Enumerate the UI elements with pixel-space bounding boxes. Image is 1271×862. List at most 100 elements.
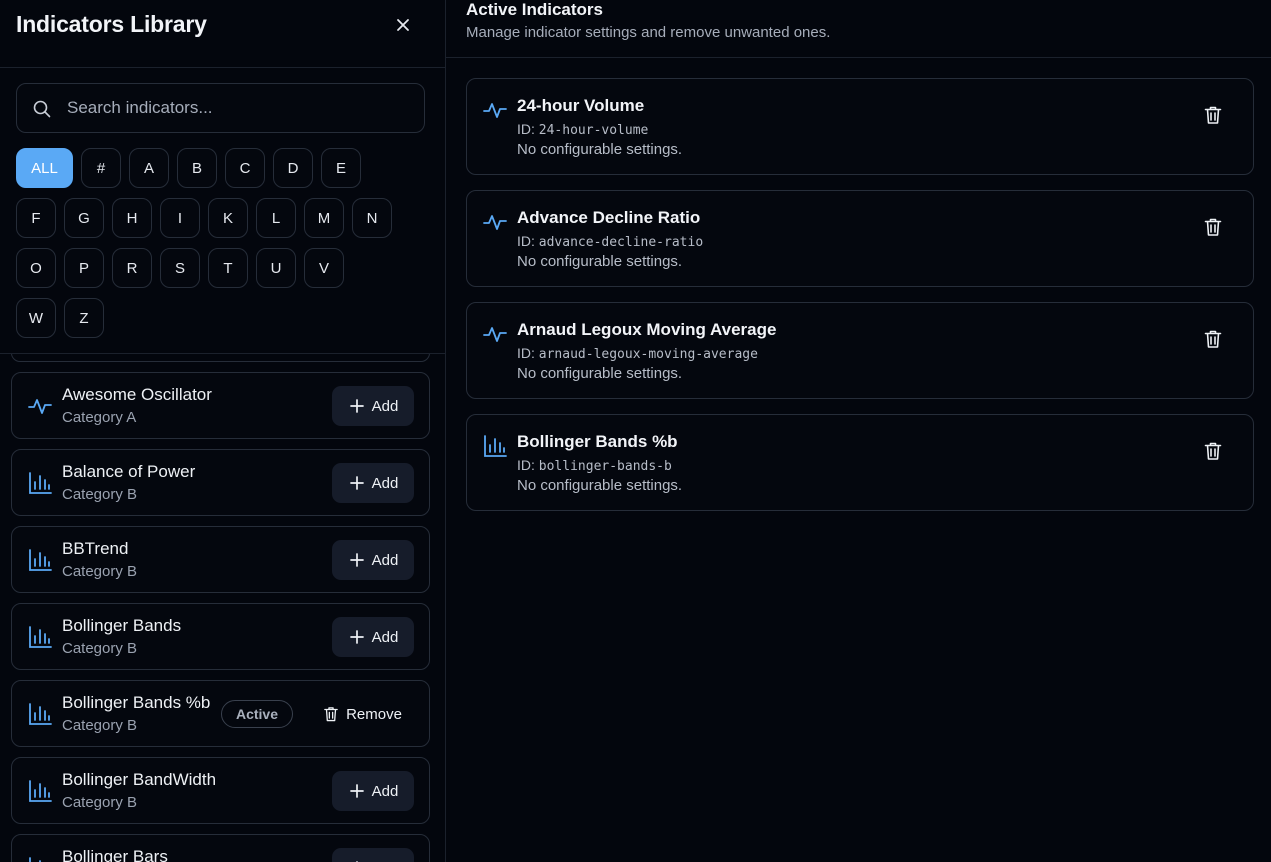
add-button[interactable]: Add (332, 386, 414, 426)
letter-filter-button[interactable]: R (112, 248, 152, 288)
card-title: 24-hour Volume (517, 96, 645, 115)
letter-filter-button[interactable]: B (177, 148, 217, 188)
card-title: Arnaud Legoux Moving Average (517, 320, 777, 339)
remove-button[interactable]: Remove (308, 694, 416, 734)
add-label: Add (371, 474, 399, 492)
plus-icon (348, 551, 366, 569)
letter-filter-button[interactable]: D (273, 148, 313, 188)
plus-icon (348, 397, 366, 415)
delete-button[interactable] (1202, 216, 1224, 238)
library-filters: ALL#ABCDE FGHIKLMN OPRSTUV WZ (0, 68, 445, 354)
card-title: Advance Decline Ratio (517, 208, 701, 227)
letter-filter-button[interactable]: C (225, 148, 265, 188)
active-indicator-card: Advance Decline Ratio ID: advance-decline… (466, 190, 1254, 287)
letter-filter-button[interactable]: L (256, 198, 296, 238)
letter-filter-button[interactable]: Z (64, 298, 104, 338)
letter-filter-button[interactable]: W (16, 298, 56, 338)
list-item[interactable]: Bollinger Bands %b Category B Active Remove (11, 680, 430, 747)
active-title: Active Indicators (466, 0, 603, 19)
card-settings: No configurable settings. (517, 253, 683, 270)
trash-icon (1202, 440, 1224, 462)
letter-filter-button[interactable]: ALL (16, 148, 73, 188)
library-title: Indicators Library (16, 11, 207, 37)
plus-icon (348, 782, 366, 800)
card-id: ID: arnaud-legoux-moving-average (517, 345, 758, 362)
card-settings: No configurable settings. (517, 141, 683, 158)
add-button[interactable]: Add (332, 540, 414, 580)
letter-filter-button[interactable]: K (208, 198, 248, 238)
add-button[interactable]: Add (332, 617, 414, 657)
list-item[interactable]: Awesome Oscillator Category A Add (11, 372, 430, 439)
bar-chart-icon (27, 855, 53, 862)
active-subtitle: Manage indicator settings and remove unw… (466, 24, 831, 41)
list-item-partial (11, 354, 430, 362)
pulse-icon (27, 393, 53, 419)
list-item[interactable]: BBTrend Category B Add (11, 526, 430, 593)
letter-filter-button[interactable]: A (129, 148, 169, 188)
bar-chart-icon (27, 470, 53, 496)
delete-button[interactable] (1202, 104, 1224, 126)
card-settings: No configurable settings. (517, 365, 683, 382)
indicator-name: Bollinger Bars (62, 847, 168, 862)
search-box (16, 83, 425, 133)
indicator-category: Category A (62, 409, 137, 426)
card-id-prefix: ID: (517, 457, 539, 473)
letter-filter-button[interactable]: O (16, 248, 56, 288)
pulse-icon (482, 97, 508, 123)
letter-filter-button[interactable]: N (352, 198, 392, 238)
indicator-name: Bollinger Bands %b (62, 693, 211, 712)
library-header: Indicators Library (0, 0, 445, 68)
card-title: Bollinger Bands %b (517, 432, 678, 451)
card-id-prefix: ID: (517, 345, 539, 361)
letter-filter-button[interactable]: P (64, 248, 104, 288)
delete-button[interactable] (1202, 440, 1224, 462)
card-id-prefix: ID: (517, 233, 539, 249)
add-button[interactable]: Add (332, 848, 414, 862)
list-item[interactable]: Bollinger Bands Category B Add (11, 603, 430, 670)
active-badge: Active (221, 700, 293, 728)
letter-filter-button[interactable]: T (208, 248, 248, 288)
indicator-category: Category B (62, 486, 138, 503)
add-label: Add (371, 551, 399, 569)
add-label: Add (371, 628, 399, 646)
letter-filter-button[interactable]: V (304, 248, 344, 288)
remove-label: Remove (346, 705, 402, 723)
search-input[interactable] (67, 96, 407, 120)
pulse-icon (482, 321, 508, 347)
letter-filter-button[interactable]: S (160, 248, 200, 288)
close-icon (397, 19, 409, 31)
letter-filter-button[interactable]: G (64, 198, 104, 238)
add-button[interactable]: Add (332, 463, 414, 503)
letter-row: ALL # A B C D E (16, 148, 426, 188)
bar-chart-icon (482, 433, 508, 459)
trash-icon (1202, 216, 1224, 238)
add-button[interactable]: Add (332, 771, 414, 811)
card-id-value: 24-hour-volume (538, 123, 649, 138)
letter-filter: ALL # A B C D E F G H I K L M N O P R S T U V W Z (16, 148, 426, 348)
delete-button[interactable] (1202, 328, 1224, 350)
letter-filter-button[interactable]: # (81, 148, 121, 188)
card-id: ID: bollinger-bands-b (517, 457, 672, 474)
indicator-list[interactable]: Awesome Oscillator Category A Add Balance o… (0, 354, 445, 862)
active-header: Active Indicators Manage indicator setti… (446, 0, 1271, 58)
letter-row: OPRSTUV (16, 248, 426, 288)
letter-filter-button[interactable]: M (304, 198, 344, 238)
close-button[interactable] (393, 15, 413, 35)
active-indicators-panel: Active Indicators Manage indicator setti… (446, 0, 1271, 862)
trash-icon (322, 705, 340, 723)
card-id-value: bollinger-bands-b (538, 459, 672, 474)
indicator-name: Bollinger BandWidth (62, 770, 217, 789)
letter-filter-button[interactable]: H (112, 198, 152, 238)
indicator-name: BBTrend (62, 539, 129, 558)
letter-filter-button[interactable]: U (256, 248, 296, 288)
trash-icon (1202, 104, 1224, 126)
letter-row: FGHIKLMN (16, 198, 426, 238)
list-item[interactable]: Bollinger BandWidth Category B Add (11, 757, 430, 824)
letter-filter-button[interactable]: F (16, 198, 56, 238)
list-item[interactable]: Bollinger BarsCategory BAdd (11, 834, 430, 862)
list-item[interactable]: Balance of Power Category B Add (11, 449, 430, 516)
active-indicator-card: Bollinger Bands %b ID: bollinger-bands-b N… (466, 414, 1254, 511)
letter-filter-button[interactable]: I (160, 198, 200, 238)
letter-filter-button[interactable]: E (321, 148, 361, 188)
indicator-name: Balance of Power (62, 462, 196, 481)
